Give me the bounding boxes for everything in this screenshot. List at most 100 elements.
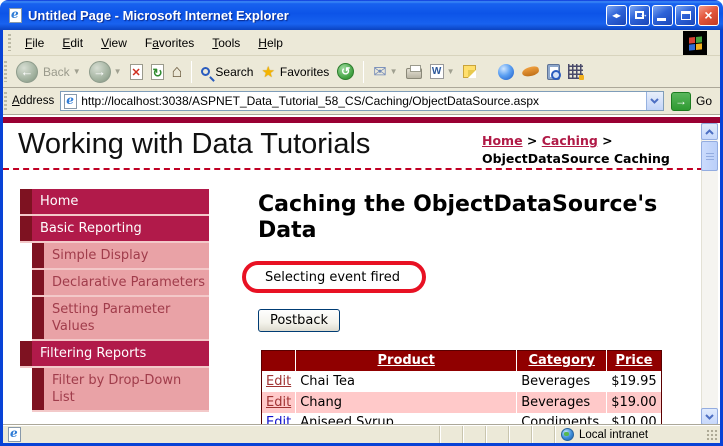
- print-button[interactable]: [402, 64, 426, 79]
- menu-tools[interactable]: Tools: [203, 32, 249, 54]
- toolbar-grip[interactable]: [8, 34, 11, 52]
- maximize-icon: [681, 11, 691, 20]
- favorites-label: Favorites: [280, 65, 329, 79]
- research-icon: [547, 64, 560, 80]
- header-category[interactable]: Category: [517, 351, 607, 371]
- sidebar-item-simple-display[interactable]: Simple Display: [32, 243, 209, 270]
- header-price[interactable]: Price: [607, 351, 662, 371]
- sidebar-item-filter-by-dropdown-list[interactable]: Filter by Drop-Down List: [32, 368, 209, 412]
- search-button[interactable]: Search: [197, 65, 257, 79]
- scroll-up-button[interactable]: [701, 123, 718, 140]
- sidebar-item-basic-reporting[interactable]: Basic Reporting: [20, 216, 209, 243]
- window-popout-button[interactable]: [629, 5, 650, 26]
- zone-label: Local intranet: [579, 429, 648, 441]
- table-row: Edit Aniseed Syrup Condiments $10.00: [262, 413, 662, 426]
- sidebar-item-home[interactable]: Home: [20, 189, 209, 216]
- products-gridview: Product Category Price Edit Chai Tea Bev…: [261, 350, 662, 425]
- shoe-icon: [521, 65, 539, 77]
- menu-favorites[interactable]: Favorites: [136, 32, 203, 54]
- close-button[interactable]: ×: [698, 5, 719, 26]
- menu-view[interactable]: View: [92, 32, 136, 54]
- mail-dropdown-icon[interactable]: ▼: [390, 67, 398, 76]
- windows-flag-icon: [689, 36, 702, 50]
- back-button[interactable]: ← Back ▼: [12, 61, 85, 83]
- forward-button[interactable]: → ▼: [85, 61, 126, 83]
- menu-edit[interactable]: Edit: [53, 32, 92, 54]
- address-bar: Address http://localhost:3038/ASPNET_Dat…: [3, 88, 720, 115]
- windows-logo-throbber: [683, 31, 707, 55]
- popout-icon: [635, 11, 644, 19]
- address-url-text[interactable]: http://localhost:3038/ASPNET_Data_Tutori…: [81, 94, 646, 108]
- scroll-down-button[interactable]: [701, 408, 718, 425]
- address-input[interactable]: http://localhost:3038/ASPNET_Data_Tutori…: [60, 91, 664, 111]
- note-icon: [463, 65, 476, 78]
- stop-button[interactable]: ✕: [126, 64, 147, 80]
- stop-icon: ✕: [130, 64, 143, 80]
- edit-dropdown-icon[interactable]: ▼: [447, 67, 455, 76]
- home-button[interactable]: ⌂: [168, 61, 187, 82]
- thumb-grip: [706, 156, 714, 157]
- edit-link[interactable]: Edit: [266, 415, 291, 425]
- matrix-tool-button[interactable]: [564, 64, 587, 79]
- history-button[interactable]: ↺: [333, 63, 358, 80]
- forward-dropdown-icon[interactable]: ▼: [114, 67, 122, 76]
- header-edit-column: [262, 351, 296, 371]
- window-title: Untitled Page - Microsoft Internet Explo…: [28, 8, 604, 23]
- edit-link[interactable]: Edit: [266, 374, 291, 389]
- breadcrumb-home-link[interactable]: Home: [482, 133, 523, 148]
- table-row: Edit Chang Beverages $19.00: [262, 392, 662, 413]
- sidebar-item-label: Home: [32, 189, 209, 214]
- discuss-button[interactable]: [459, 65, 480, 78]
- toolbar-grip[interactable]: [4, 61, 7, 83]
- favorites-star-icon: ★: [261, 63, 274, 81]
- close-icon: ×: [704, 7, 712, 23]
- mail-button[interactable]: ✉ ▼: [369, 62, 401, 82]
- menu-help[interactable]: Help: [249, 32, 292, 54]
- status-pane: [532, 426, 555, 443]
- edit-with-word-button[interactable]: W ▼: [426, 64, 459, 79]
- cell-category: Condiments: [517, 413, 607, 426]
- scrollbar-thumb[interactable]: [701, 141, 718, 171]
- sidebar-item-label: Setting Parameter Values: [44, 297, 209, 339]
- chevron-up-icon: [705, 129, 714, 135]
- sidebar-accent-block: [20, 216, 32, 241]
- status-pane: [440, 426, 463, 443]
- go-button[interactable]: → Go: [664, 92, 720, 111]
- status-pane: [509, 426, 532, 443]
- custom-tool-button[interactable]: [518, 67, 543, 76]
- go-arrow-icon: →: [671, 92, 691, 111]
- resize-grip[interactable]: [706, 429, 718, 441]
- table-header-row: Product Category Price: [262, 351, 662, 371]
- sidebar-accent-block: [32, 368, 44, 410]
- sidebar-accent-block: [32, 270, 44, 295]
- sidebar-item-declarative-parameters[interactable]: Declarative Parameters: [32, 270, 209, 297]
- toolbar-grip[interactable]: [4, 92, 7, 110]
- favorites-button[interactable]: ★ Favorites: [257, 63, 333, 81]
- cell-price: $19.00: [607, 392, 662, 413]
- research-button[interactable]: [543, 64, 564, 80]
- breadcrumb-caching-link[interactable]: Caching: [542, 133, 598, 148]
- back-icon: ←: [16, 61, 38, 83]
- sidebar-item-setting-parameter-values[interactable]: Setting Parameter Values: [32, 297, 209, 341]
- maximize-button[interactable]: [675, 5, 696, 26]
- status-bar: Local intranet: [3, 425, 720, 443]
- messenger-button[interactable]: [480, 64, 518, 80]
- menu-file[interactable]: File: [16, 32, 53, 54]
- refresh-button[interactable]: ↻: [147, 64, 168, 80]
- minimize-button[interactable]: [652, 5, 673, 26]
- postback-button[interactable]: Postback: [258, 309, 340, 332]
- cell-category: Beverages: [517, 392, 607, 413]
- toolbar-separator: [191, 61, 192, 83]
- back-dropdown-icon[interactable]: ▼: [73, 67, 81, 76]
- vertical-scrollbar[interactable]: [701, 123, 718, 425]
- refresh-icon: ↻: [151, 64, 164, 80]
- header-product[interactable]: Product: [296, 351, 517, 371]
- status-pane: [486, 426, 509, 443]
- breadcrumb-separator: >: [523, 133, 542, 148]
- edit-link[interactable]: Edit: [266, 395, 291, 410]
- chevron-down-icon: [705, 414, 714, 420]
- address-dropdown-button[interactable]: [646, 92, 663, 110]
- sidebar-accent-block: [32, 297, 44, 339]
- sidebar-item-filtering-reports[interactable]: Filtering Reports: [20, 341, 209, 368]
- window-restore-panes-button[interactable]: ◂▸: [606, 5, 627, 26]
